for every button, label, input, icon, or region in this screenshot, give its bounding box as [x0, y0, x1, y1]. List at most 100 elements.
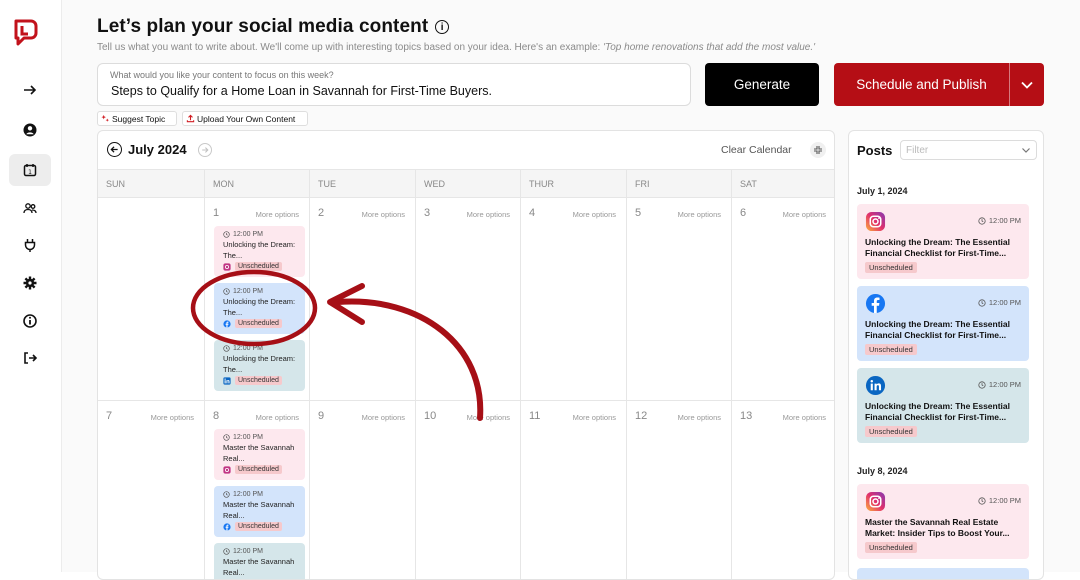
calendar-collapse-button[interactable] — [810, 142, 826, 158]
day-cell-jul-6[interactable]: 6 More options — [731, 198, 834, 401]
day-number: 2 — [318, 207, 325, 219]
post-title: Unlocking the Dream: The Essential Finan… — [865, 319, 1011, 340]
more-options-link[interactable]: More options — [467, 413, 510, 422]
focus-input[interactable]: What would you like your content to focu… — [97, 63, 691, 106]
calendar-event[interactable]: 12:00 PM Master the Savannah Real... Uns… — [214, 429, 305, 480]
calendar-prev-button[interactable] — [107, 142, 122, 157]
day-cell-jul-13[interactable]: 13 More options — [731, 401, 834, 579]
more-options-link[interactable]: More options — [573, 210, 616, 219]
day-cell-jul-2[interactable]: 2 More options — [309, 198, 415, 401]
facebook-icon — [865, 293, 886, 314]
day-cell-jul-11[interactable]: 11 More options — [520, 401, 626, 579]
event-time: 12:00 PM — [223, 548, 305, 555]
days-of-week-row: SUN MON TUE WED THUR FRI SAT — [98, 169, 834, 198]
more-options-link[interactable]: More options — [256, 413, 299, 422]
event-footer: Unscheduled — [223, 319, 305, 328]
subtitle-text: Tell us what you want to write about. We… — [97, 42, 604, 53]
post-time-text: 12:00 PM — [988, 216, 1021, 225]
event-time-text: 12:00 PM — [233, 434, 263, 441]
upload-content-chip[interactable]: Upload Your Own Content — [182, 111, 308, 126]
day-cell-empty — [98, 198, 204, 401]
status-badge: Unscheduled — [865, 426, 917, 437]
facebook-icon — [223, 522, 231, 531]
more-options-link[interactable]: More options — [256, 210, 299, 219]
posts-filter-select[interactable]: Filter — [900, 140, 1037, 160]
post-title: Unlocking the Dream: The Essential Finan… — [865, 401, 1011, 422]
day-cell-jul-10[interactable]: 10 More options — [415, 401, 520, 579]
day-cell-jul-4[interactable]: 4 More options — [520, 198, 626, 401]
day-cell-jul-3[interactable]: 3 More options — [415, 198, 520, 401]
post-time-text: 12:00 PM — [988, 298, 1021, 307]
day-number: 7 — [106, 410, 113, 422]
day-cell-jul-8[interactable]: 8 More options 12:00 PM Master the Savan… — [204, 401, 309, 579]
nav-profile[interactable] — [9, 114, 51, 146]
calendar-event[interactable]: 12:00 PM Unlocking the Dream: The... Uns… — [214, 283, 305, 334]
more-options-link[interactable]: More options — [783, 413, 826, 422]
calendar-event[interactable]: 12:00 PM Master the Savannah Real... Uns… — [214, 486, 305, 537]
clock-icon — [223, 288, 230, 295]
brand-logo[interactable] — [13, 18, 39, 46]
more-options-link[interactable]: More options — [362, 413, 405, 422]
more-options-link[interactable]: More options — [783, 210, 826, 219]
dow-sun: SUN — [106, 179, 126, 189]
linkedin-icon — [223, 376, 231, 385]
day-cell-jul-5[interactable]: 5 More options — [626, 198, 731, 401]
more-options-link[interactable]: More options — [678, 210, 721, 219]
post-card[interactable]: 12:00 PM Unlocking the Dream: The Essent… — [857, 368, 1029, 443]
post-card[interactable]: 12:00 PM Unlocking the Dream: The Essent… — [857, 204, 1029, 279]
more-options-link[interactable]: More options — [151, 413, 194, 422]
day-cell-jul-12[interactable]: 12 More options — [626, 401, 731, 579]
more-options-link[interactable]: More options — [573, 413, 616, 422]
logout-icon — [24, 352, 38, 364]
plug-icon — [24, 239, 36, 252]
calendar-event[interactable]: 12:00 PM Unlocking the Dream: The... Uns… — [214, 340, 305, 391]
day-cell-jul-7[interactable]: 7 More options — [98, 401, 204, 579]
nav-logout[interactable] — [9, 342, 51, 374]
gear-icon — [23, 276, 37, 290]
event-footer: Unscheduled — [223, 465, 305, 474]
nav-integrations[interactable] — [9, 229, 51, 261]
upload-icon — [186, 114, 195, 123]
info-icon — [23, 314, 37, 328]
calendar-event[interactable]: 12:00 PM Unlocking the Dream: The... Uns… — [214, 226, 305, 277]
more-options-link[interactable]: More options — [678, 413, 721, 422]
day-cell-jul-1[interactable]: 1 More options 12:00 PM Unlocking the Dr… — [204, 198, 309, 401]
clear-calendar-button[interactable]: Clear Calendar — [721, 144, 792, 156]
suggest-topic-label: Suggest Topic — [112, 113, 166, 124]
content-calendar: July 2024 Clear Calendar SUN MON TUE WED… — [97, 130, 835, 580]
event-footer: Unscheduled — [223, 522, 305, 531]
nav-settings[interactable] — [9, 267, 51, 299]
status-badge: Unscheduled — [235, 522, 282, 531]
calendar-next-button[interactable] — [198, 143, 212, 157]
event-time-text: 12:00 PM — [233, 548, 263, 555]
day-number: 3 — [424, 207, 431, 219]
day-number: 10 — [424, 410, 437, 422]
nav-calendar[interactable]: 1 — [9, 154, 51, 186]
post-card[interactable]: 12:00 PM Unlocking the Dream: The Essent… — [857, 286, 1029, 361]
chevron-down-icon — [1022, 148, 1030, 153]
status-badge: Unscheduled — [235, 319, 282, 328]
nav-team[interactable] — [9, 192, 51, 224]
generate-button[interactable]: Generate — [705, 63, 819, 106]
nav-expand[interactable] — [9, 74, 51, 106]
event-time-text: 12:00 PM — [233, 345, 263, 352]
info-icon[interactable]: i — [435, 20, 450, 34]
nav-info[interactable] — [9, 305, 51, 337]
clock-icon — [223, 548, 230, 555]
schedule-dropdown-toggle[interactable] — [1010, 81, 1044, 89]
calendar-event[interactable]: 12:00 PM Master the Savannah Real... — [214, 543, 305, 579]
post-card[interactable] — [857, 568, 1029, 579]
calendar-icon: 1 — [23, 164, 37, 177]
event-title: Master the Savannah Real... — [223, 500, 295, 520]
schedule-publish-button[interactable]: Schedule and Publish — [834, 63, 1044, 106]
suggest-topic-chip[interactable]: Suggest Topic — [97, 111, 177, 126]
more-options-link[interactable]: More options — [467, 210, 510, 219]
post-card[interactable]: 12:00 PM Master the Savannah Real Estate… — [857, 484, 1029, 559]
more-options-link[interactable]: More options — [362, 210, 405, 219]
page-subtitle: Tell us what you want to write about. We… — [97, 42, 815, 53]
day-number: 1 — [213, 207, 220, 219]
focus-input-value[interactable]: Steps to Qualify for a Home Loan in Sava… — [111, 84, 492, 98]
post-title: Unlocking the Dream: The Essential Finan… — [865, 237, 1011, 258]
status-badge: Unscheduled — [235, 465, 282, 474]
day-cell-jul-9[interactable]: 9 More options — [309, 401, 415, 579]
